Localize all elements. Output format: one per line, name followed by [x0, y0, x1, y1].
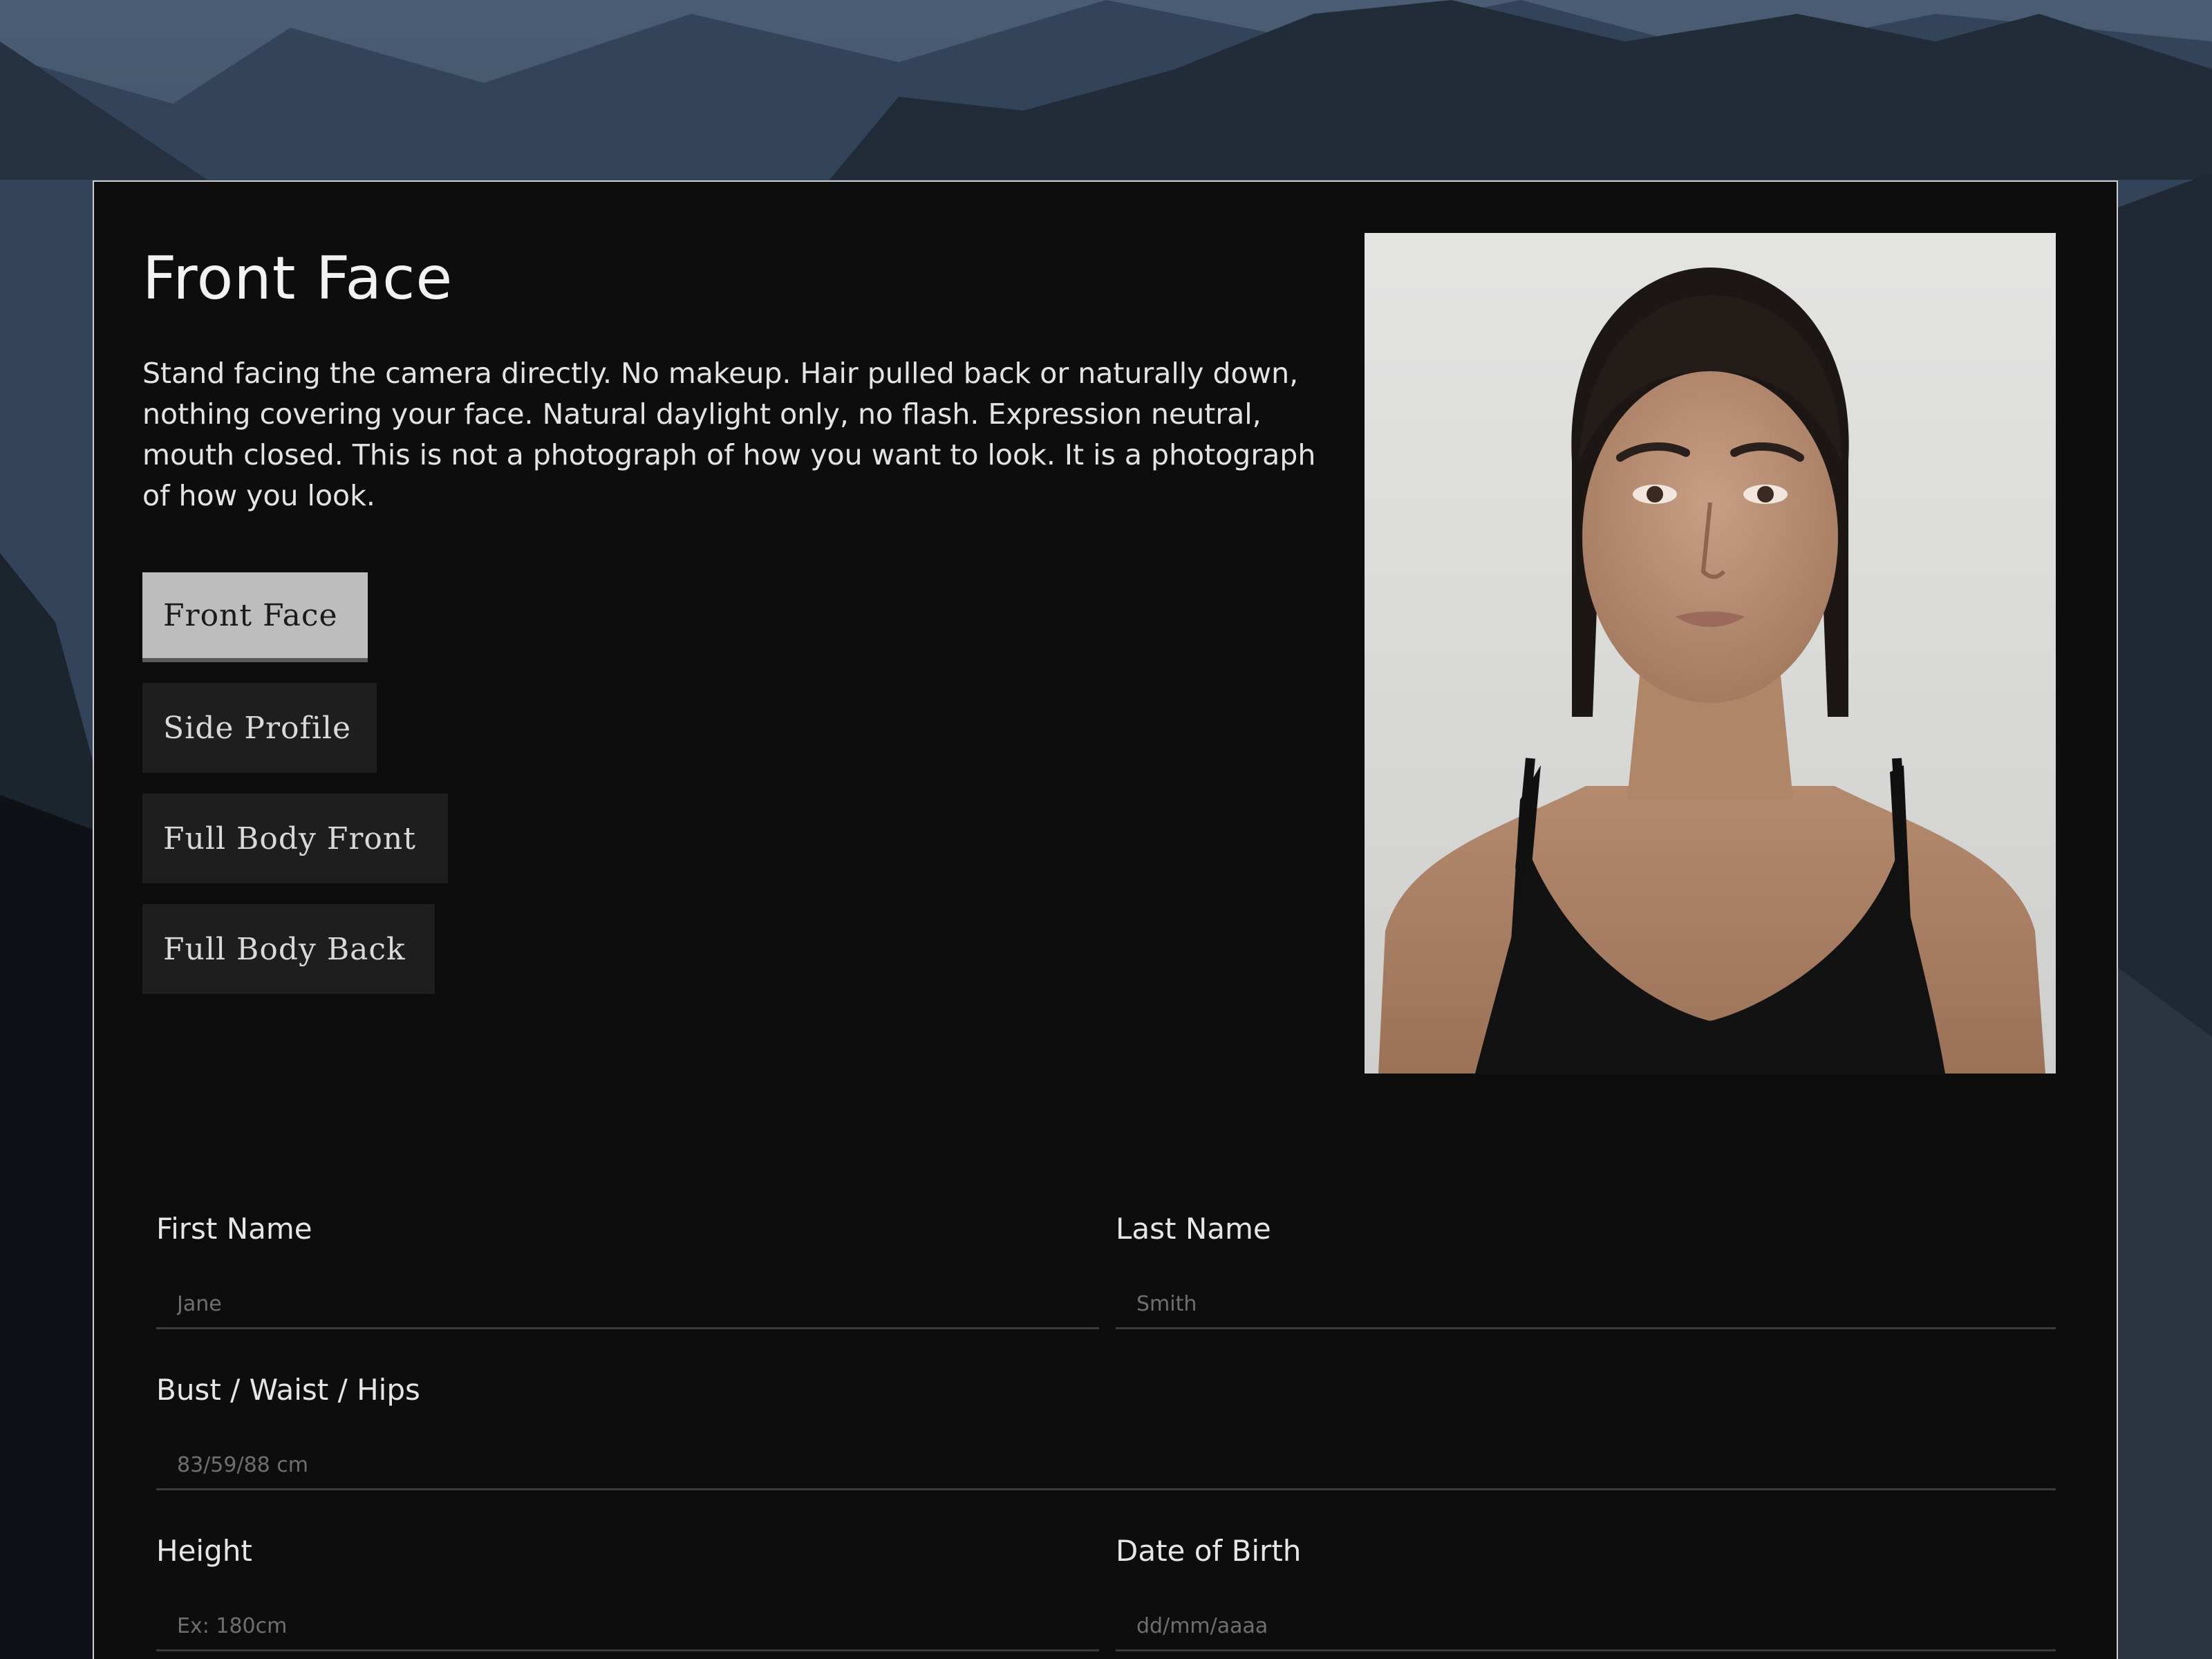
casting-panel: Front Face Stand facing the camera direc… — [93, 180, 2118, 1659]
date-of-birth-input[interactable] — [1116, 1603, 2056, 1651]
date-of-birth-label: Date of Birth — [1116, 1534, 1302, 1568]
pose-tab-side-profile[interactable]: Side Profile — [142, 683, 377, 773]
first-name-label: First Name — [156, 1212, 312, 1246]
first-name-input[interactable] — [156, 1281, 1099, 1329]
height-label: Height — [156, 1534, 252, 1568]
measurements-label: Bust / Waist / Hips — [156, 1373, 420, 1407]
reference-photo — [1365, 233, 2056, 1074]
pose-tabs: Front Face Side Profile Full Body Front … — [142, 572, 448, 994]
pose-tab-front-face[interactable]: Front Face — [142, 572, 368, 662]
last-name-label: Last Name — [1116, 1212, 1271, 1246]
measurements-input[interactable] — [156, 1442, 2056, 1490]
reference-portrait-image — [1365, 233, 2056, 1074]
section-description: Stand facing the camera directly. No mak… — [142, 357, 1316, 512]
height-input[interactable] — [156, 1603, 1099, 1651]
last-name-input[interactable] — [1116, 1281, 2056, 1329]
pose-tab-full-body-back[interactable]: Full Body Back — [142, 904, 435, 994]
pose-tab-full-body-front[interactable]: Full Body Front — [142, 794, 448, 883]
section-title: Front Face — [142, 244, 453, 313]
